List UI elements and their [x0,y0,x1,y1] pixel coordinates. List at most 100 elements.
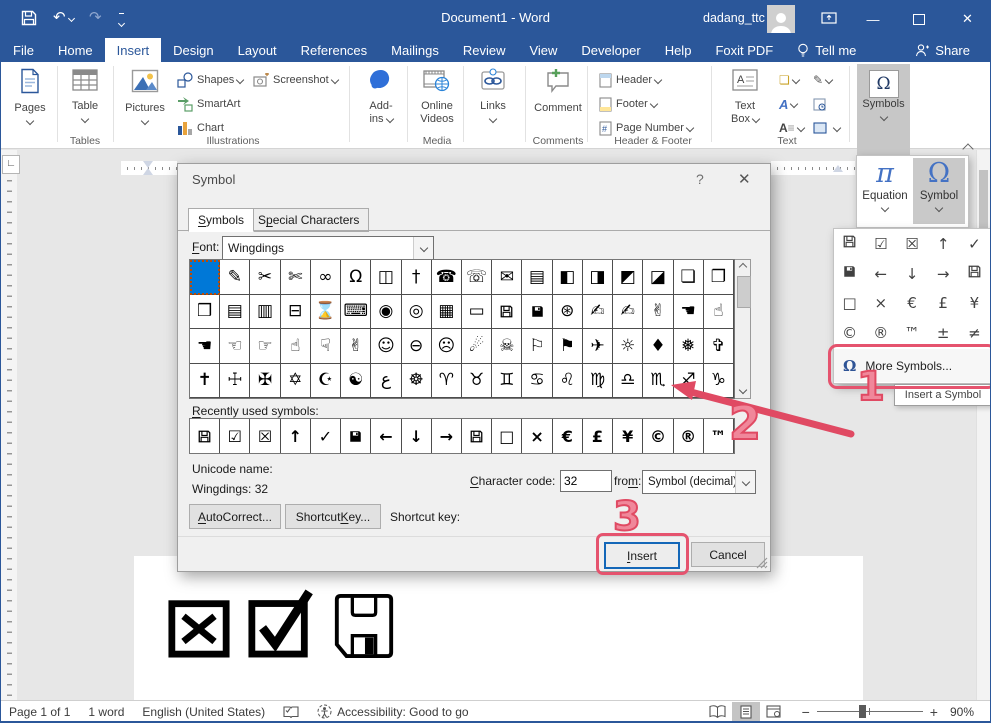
page-indicator[interactable]: Page 1 of 1 [9,705,70,719]
wordart-button[interactable]: A [779,94,797,114]
recent-symbol-cell[interactable]: × [522,419,552,453]
comment-button[interactable]: Comment [529,66,587,115]
symbol-cell[interactable]: ✄ [281,260,311,295]
tab-foxit-pdf[interactable]: Foxit PDF [703,38,785,62]
symbol-cell[interactable]: ☪ [311,364,341,399]
symbol-cell[interactable]: ⚐ [522,329,552,364]
symbol-cell[interactable]: ☯ [341,364,371,399]
tab-help[interactable]: Help [653,38,704,62]
symbol-cell[interactable]: ❒ [190,295,220,330]
symbol-cell[interactable]: ◩ [613,260,643,295]
tab-design[interactable]: Design [161,38,225,62]
symbol-cell[interactable]: ▥ [250,295,280,330]
recent-symbol-cell[interactable]: ☒ [250,419,280,453]
ribbon-display-options-icon[interactable] [821,11,837,30]
recent-symbol-cell[interactable]: → [432,419,462,453]
gallery-symbol-cell[interactable]: ↓ [906,265,919,283]
shapes-button[interactable]: Shapes [177,70,243,90]
first-line-indent-marker[interactable] [143,161,153,168]
grid-scroll-down-icon[interactable] [736,383,750,397]
symbol-cell[interactable]: ✈ [583,329,613,364]
gallery-symbol-cell[interactable]: ☑ [874,235,887,253]
symbol-cell[interactable]: ▭ [462,295,492,330]
recent-symbol-cell[interactable]: ↑ [281,419,311,453]
gallery-symbol-cell[interactable]: ☒ [905,235,918,253]
symbol-cell[interactable]: ⌨ [341,295,371,330]
online-videos-button[interactable]: Online Videos [411,66,463,126]
recent-symbol-cell[interactable]: ¥ [613,419,643,453]
symbol-cell[interactable]: ▤ [522,260,552,295]
symbol-cell[interactable]: ♈ [432,364,462,399]
gallery-symbol-cell[interactable]: ← [875,265,888,283]
symbol-cell[interactable]: ✂ [250,260,280,295]
recent-symbol-cell[interactable] [190,419,220,453]
hanging-indent-marker[interactable] [143,168,153,175]
symbol-cell[interactable]: ◧ [553,260,583,295]
symbol-cell[interactable]: ✝ [190,364,220,399]
cancel-button[interactable]: Cancel [691,542,765,567]
recent-symbol-cell[interactable]: ✓ [311,419,341,453]
tab-special-characters[interactable]: Special Characters [248,208,369,232]
symbol-cell[interactable]: † [402,260,432,295]
header-button[interactable]: Header [599,70,661,90]
symbol-cell[interactable]: ✍ [613,295,643,330]
tab-view[interactable]: View [517,38,569,62]
gallery-symbol-cell[interactable]: ™ [904,324,919,342]
pictures-button[interactable]: Pictures [119,66,171,128]
symbol-cell[interactable]: ✉ [492,260,522,295]
tab-mailings[interactable]: Mailings [379,38,451,62]
save-icon[interactable] [21,10,37,31]
table-button[interactable]: Table [61,66,109,126]
symbol-cell[interactable]: ❐ [704,260,734,295]
equation-button[interactable]: π Equation [859,158,911,224]
right-indent-marker[interactable] [833,165,843,172]
from-combobox[interactable]: Symbol (decimal) [642,470,756,494]
more-symbols-item[interactable]: Ω More Symbols... [834,349,990,382]
font-dropdown-arrow-icon[interactable] [413,237,433,259]
symbol-cell[interactable]: ♦ [643,329,673,364]
symbol-cell[interactable]: ♑ [704,364,734,399]
close-button[interactable]: ✕ [945,0,990,38]
recent-symbol-cell[interactable]: ™ [704,419,734,453]
symbol-cell[interactable]: ☏ [462,260,492,295]
symbol-cell[interactable]: ♋ [522,364,552,399]
smartart-button[interactable]: SmartArt [177,94,240,114]
gallery-symbol-cell[interactable]: £ [938,294,948,312]
gallery-symbol-cell[interactable] [842,234,857,253]
symbol-cell[interactable]: ☝ [704,295,734,330]
object-button[interactable] [813,118,840,138]
gallery-symbol-cell[interactable]: × [875,294,888,312]
tab-file[interactable]: File [1,38,46,62]
redo-icon[interactable]: ↷ [89,8,102,26]
footer-button[interactable]: Footer [599,94,657,114]
accessibility-status[interactable]: Accessibility: Good to go [317,704,468,719]
symbol-cell[interactable]: ⌛ [311,295,341,330]
symbol-cell[interactable]: ♎ [613,364,643,399]
gallery-symbol-cell[interactable]: ✓ [968,235,981,253]
symbol-cell[interactable]: ☄ [462,329,492,364]
symbol-button[interactable]: Ω Symbol [913,158,965,224]
symbol-cell[interactable]: Ω [341,260,371,295]
avatar[interactable] [767,5,795,33]
symbol-cell[interactable] [522,295,552,330]
language-indicator[interactable]: English (United States) [142,705,265,719]
print-layout-icon[interactable] [732,702,760,721]
symbol-cell[interactable]: ▦ [432,295,462,330]
symbol-cell[interactable]: ♌ [553,364,583,399]
symbol-cell[interactable]: ♉ [462,364,492,399]
font-combobox[interactable]: Wingdings [222,236,434,260]
symbol-cell[interactable] [492,295,522,330]
recent-symbol-cell[interactable]: ☑ [220,419,250,453]
symbol-cell[interactable]: ◎ [402,295,432,330]
symbol-cell[interactable]: ☸ [402,364,432,399]
screenshot-button[interactable]: Screenshot [253,70,338,90]
zoom-slider[interactable] [817,711,923,712]
symbol-cell[interactable]: ⊖ [402,329,432,364]
proofing-icon[interactable] [283,705,299,719]
share-button[interactable]: Share [903,38,990,62]
gallery-symbol-cell[interactable]: → [937,265,950,283]
zoom-in-button[interactable]: + [930,704,938,720]
zoom-slider-thumb[interactable] [859,705,866,718]
symbol-cell[interactable]: ☎ [432,260,462,295]
symbol-cell[interactable]: ✡ [281,364,311,399]
